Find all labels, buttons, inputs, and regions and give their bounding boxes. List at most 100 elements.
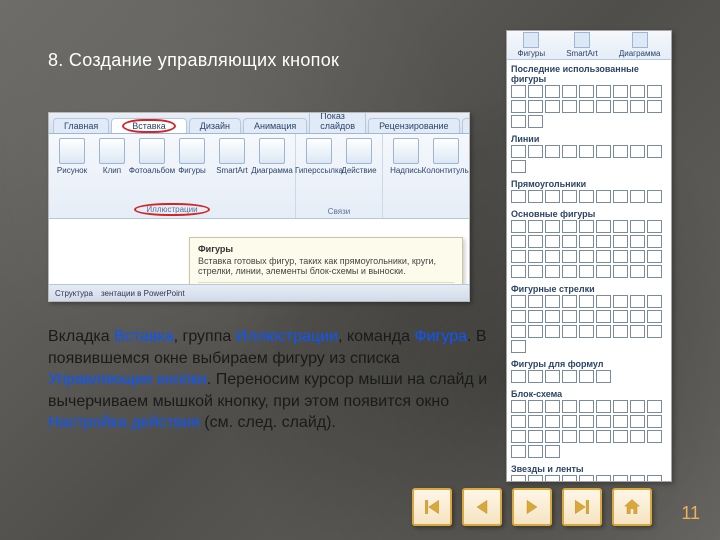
shape-icon [579, 85, 594, 98]
shape-icon [511, 160, 526, 173]
slide-title: 8. Создание управляющих кнопок [48, 50, 339, 71]
shape-icon [545, 445, 560, 458]
prev-slide-button[interactable] [462, 488, 502, 526]
shape-icon [630, 100, 645, 113]
shape-icon [528, 115, 543, 128]
ribbon-tab: Дизайн [189, 118, 241, 133]
shape-icon [545, 325, 560, 338]
ribbon-item: Фотоальбом [135, 138, 169, 175]
shape-icon [511, 100, 526, 113]
shape-icon [630, 295, 645, 308]
shape-icon [545, 430, 560, 443]
shape-icon [596, 250, 611, 263]
shape-category: Звезды и ленты [507, 460, 671, 482]
shape-icon [613, 235, 628, 248]
action-button-row [412, 488, 652, 526]
shape-icon [562, 370, 577, 383]
shape-icon [562, 235, 577, 248]
shape-icon [596, 400, 611, 413]
keyword: Фигура [414, 328, 467, 345]
ribbon-item: SmartArt [215, 138, 249, 175]
shape-category-title: Прямоугольники [511, 179, 667, 189]
shape-icon [545, 145, 560, 158]
shape-icon [647, 265, 662, 278]
ribbon-item: Действие [342, 138, 376, 175]
shape-icon [630, 250, 645, 263]
shape-icon [528, 85, 543, 98]
shape-icon [596, 430, 611, 443]
first-slide-button[interactable] [412, 488, 452, 526]
shape-icon [511, 310, 526, 323]
shape-category: Блок-схема [507, 385, 671, 460]
next-slide-button[interactable] [512, 488, 552, 526]
shape-icon [511, 85, 526, 98]
shape-icon [630, 85, 645, 98]
shape-icon [579, 145, 594, 158]
tooltip-body: Вставка готовых фигур, таких как прямоуг… [198, 256, 436, 276]
shape-icon [613, 415, 628, 428]
shape-icon [647, 85, 662, 98]
ribbon-item: Колонтитулы [429, 138, 463, 175]
shape-icon [528, 235, 543, 248]
shape-icon [630, 145, 645, 158]
shape-icon [647, 310, 662, 323]
ribbon-item: Надпись [389, 138, 423, 175]
shape-icon [562, 475, 577, 482]
ribbon-tab-active: Вставка [111, 118, 186, 133]
shape-icon [545, 265, 560, 278]
ribbon-tab: Главная [53, 118, 109, 133]
shape-icon [528, 415, 543, 428]
shape-icon [545, 235, 560, 248]
shape-icon [596, 415, 611, 428]
shape-icon [630, 415, 645, 428]
shape-icon [596, 145, 611, 158]
shape-icon [630, 235, 645, 248]
shape-icon [596, 85, 611, 98]
shape-icon [528, 145, 543, 158]
ribbon-group-label: Связи [302, 207, 376, 216]
shape-icon [562, 325, 577, 338]
shape-icon [613, 265, 628, 278]
shape-category: Фигурные стрелки [507, 280, 671, 355]
shape-icon [596, 100, 611, 113]
shape-icon [528, 265, 543, 278]
prev-icon [472, 497, 492, 517]
shape-icon [562, 250, 577, 263]
shape-icon [579, 235, 594, 248]
tooltip-title: Фигуры [198, 244, 454, 254]
shape-icon [562, 310, 577, 323]
shape-category-title: Последние использованные фигуры [511, 64, 667, 84]
shape-icon [528, 325, 543, 338]
shape-icon [562, 145, 577, 158]
shape-icon [647, 250, 662, 263]
shape-icon [613, 475, 628, 482]
shape-icon [545, 100, 560, 113]
ribbon-group: Рисунок Клип Фотоальбом Фигуры SmartArt … [49, 134, 296, 218]
shape-category: Линии [507, 130, 671, 175]
shape-icon [511, 190, 526, 203]
ribbon-item: Диаграмма [255, 138, 289, 175]
last-slide-button[interactable] [562, 488, 602, 526]
shape-icon [562, 430, 577, 443]
shape-category-title: Блок-схема [511, 389, 667, 399]
ribbon-item: Фигуры [175, 138, 209, 175]
shape-category-title: Фигурные стрелки [511, 284, 667, 294]
shape-icon [511, 325, 526, 338]
last-icon [572, 497, 592, 517]
shape-icon [528, 100, 543, 113]
ribbon-tab: Вид [462, 118, 470, 133]
home-button[interactable] [612, 488, 652, 526]
shape-category-title: Звезды и ленты [511, 464, 667, 474]
first-icon [422, 497, 442, 517]
shape-icon [596, 370, 611, 383]
shape-icon [511, 250, 526, 263]
shape-icon [630, 220, 645, 233]
slide: 8. Создание управляющих кнопок Главная В… [0, 0, 720, 540]
shape-icon [630, 265, 645, 278]
shape-icon [647, 235, 662, 248]
ribbon-status: Структура зентации в PowerPoint [49, 284, 469, 301]
shape-icon [528, 430, 543, 443]
shape-icon [545, 400, 560, 413]
shape-icon [647, 220, 662, 233]
ribbon-tab: Рецензирование [368, 118, 460, 133]
